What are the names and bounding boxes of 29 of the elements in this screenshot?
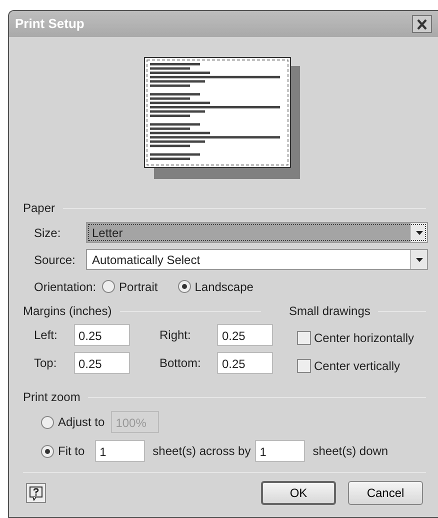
field-label: sheet(s) down	[312, 443, 388, 460]
checkbox-label: Center vertically	[314, 358, 400, 375]
margin-input[interactable]: 0.25	[74, 324, 130, 346]
field-label: Size:	[33, 224, 62, 242]
field-label: sheet(s) across by	[152, 443, 251, 460]
margin-input[interactable]: 0.25	[74, 352, 130, 374]
section-heading: Paper	[23, 200, 56, 217]
field-label: Bottom:	[158, 355, 202, 372]
sheets-down-input[interactable]: 1	[254, 440, 305, 462]
cancel-button[interactable]: Cancel	[348, 481, 423, 505]
field-label: Source:	[33, 252, 76, 268]
sheets-across-input[interactable]: 1	[94, 440, 145, 462]
size-dropdown[interactable]: Letter	[86, 222, 428, 243]
checkbox-label: Center horizontally	[314, 330, 414, 347]
field-label: Top:	[34, 355, 58, 372]
field-label: Left:	[34, 327, 58, 344]
source-dropdown[interactable]: Automatically Select	[86, 249, 428, 270]
field-label: Right:	[158, 327, 192, 344]
window-title: Print Setup	[15, 15, 84, 34]
section-heading: Small drawings	[289, 303, 370, 320]
margin-input[interactable]: 0.25	[217, 352, 273, 374]
section-heading: Print zoom	[23, 389, 80, 406]
radio-option[interactable]: Portrait	[102, 278, 158, 296]
ok-button[interactable]: OK	[261, 481, 336, 505]
field-label: Orientation:	[34, 278, 96, 296]
section-heading: Margins (inches)	[23, 303, 112, 320]
radio-option[interactable]: Landscape	[178, 278, 254, 296]
margin-input[interactable]: 0.25	[217, 324, 273, 346]
radio-option[interactable]: Fit to	[41, 442, 85, 460]
